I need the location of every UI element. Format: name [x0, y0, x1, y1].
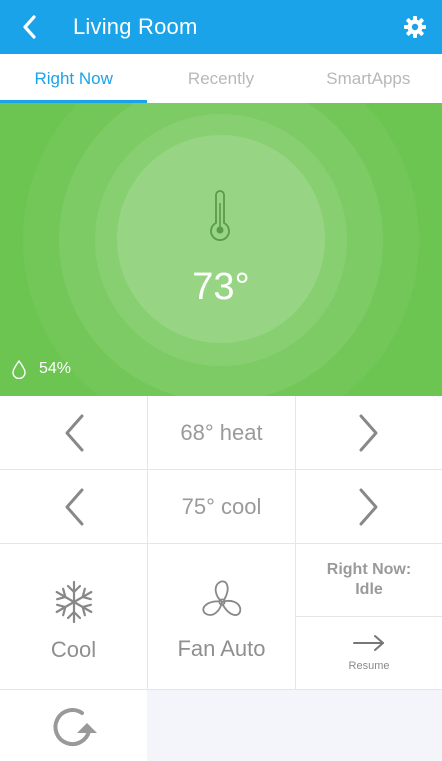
tab-recently[interactable]: Recently: [147, 54, 294, 103]
chevron-right-icon: [359, 414, 378, 451]
arrow-right-icon: [353, 635, 384, 651]
tab-right-now[interactable]: Right Now: [0, 54, 148, 103]
refresh-icon: [52, 707, 97, 746]
fan-button[interactable]: Fan Auto: [148, 544, 296, 690]
heat-setpoint-cell: 68° heat: [148, 396, 296, 470]
app-header: Living Room: [0, 0, 442, 54]
cool-setpoint-cell: 75° cool: [148, 470, 296, 544]
chevron-left-icon: [65, 488, 83, 525]
page-title: Living Room: [73, 14, 198, 39]
status-cell: Right Now: Idle: [296, 544, 442, 617]
mode-button[interactable]: Cool: [0, 544, 148, 690]
resume-button[interactable]: Resume: [296, 617, 442, 690]
temperature-panel: 73° 54%: [0, 103, 442, 396]
current-temperature: 73°: [192, 266, 250, 308]
status-value: Idle: [355, 581, 383, 598]
chevron-right-icon: [359, 488, 378, 525]
status-title: Right Now:: [326, 561, 412, 578]
fan-label: Fan Auto: [177, 635, 266, 661]
cool-setpoint: 75° cool: [181, 493, 262, 519]
heat-increase-button[interactable]: [296, 396, 442, 470]
empty-area: [147, 690, 442, 761]
humidity-value: 54%: [39, 360, 72, 377]
mode-label: Cool: [50, 636, 97, 662]
humidity-readout: 54%: [11, 359, 71, 379]
cool-increase-button[interactable]: [296, 470, 442, 544]
back-button[interactable]: [14, 12, 44, 42]
refresh-button[interactable]: [0, 690, 148, 761]
resume-label: Resume: [348, 660, 390, 672]
heat-setpoint: 68° heat: [180, 419, 263, 445]
cool-decrease-button[interactable]: [0, 470, 148, 544]
thermometer-icon: [210, 190, 230, 241]
controls-grid: 68° heat 75° cool Cool Fan Auto Right No…: [0, 396, 442, 761]
tab-smartapps[interactable]: SmartApps: [295, 54, 442, 103]
heat-decrease-button[interactable]: [0, 396, 148, 470]
fan-icon: [201, 580, 241, 616]
settings-button[interactable]: [400, 12, 430, 42]
snowflake-icon: [55, 580, 92, 623]
chevron-left-icon: [23, 15, 36, 39]
tab-bar: Right Now Recently SmartApps: [0, 54, 442, 103]
water-drop-icon: [12, 359, 26, 379]
gear-icon: [404, 16, 426, 38]
chevron-left-icon: [65, 414, 83, 451]
